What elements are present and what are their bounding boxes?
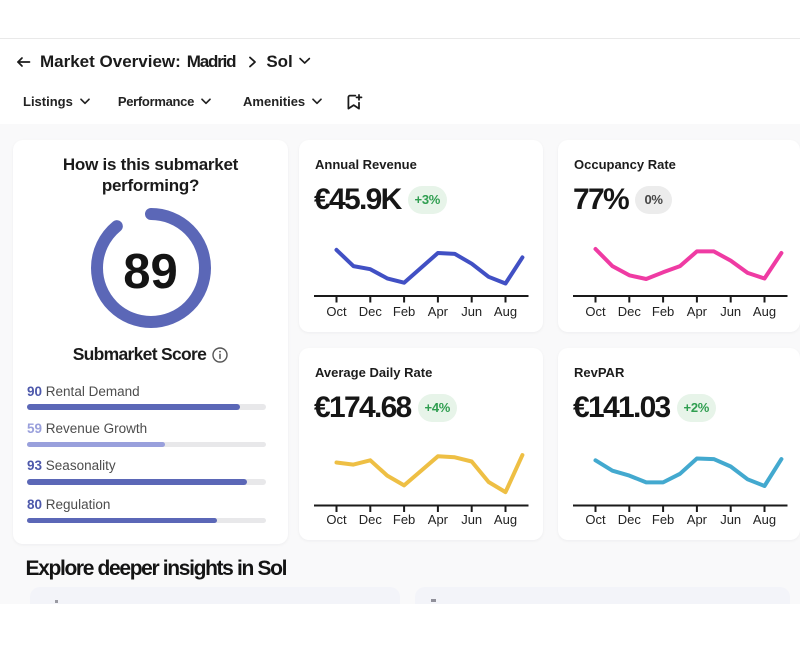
svg-text:Dec: Dec [618,304,642,319]
svg-text:Dec: Dec [359,512,383,527]
svg-text:Oct: Oct [326,304,347,319]
svg-text:Feb: Feb [652,512,674,527]
svg-text:Aug: Aug [494,304,517,319]
svg-text:Feb: Feb [393,512,415,527]
svg-text:Aug: Aug [753,512,776,527]
svg-text:Jun: Jun [720,512,741,527]
svg-text:Dec: Dec [618,512,642,527]
svg-text:Dec: Dec [359,304,383,319]
svg-text:Oct: Oct [326,512,347,527]
svg-text:Feb: Feb [393,304,415,319]
svg-text:Aug: Aug [494,512,517,527]
svg-text:Apr: Apr [687,512,708,527]
svg-text:Oct: Oct [585,512,606,527]
svg-text:Apr: Apr [428,304,449,319]
svg-text:Jun: Jun [461,512,482,527]
svg-text:Apr: Apr [428,512,449,527]
svg-text:Aug: Aug [753,304,776,319]
svg-text:Feb: Feb [652,304,674,319]
svg-text:Oct: Oct [585,304,606,319]
svg-text:Jun: Jun [461,304,482,319]
svg-text:Apr: Apr [687,304,708,319]
svg-text:Jun: Jun [720,304,741,319]
